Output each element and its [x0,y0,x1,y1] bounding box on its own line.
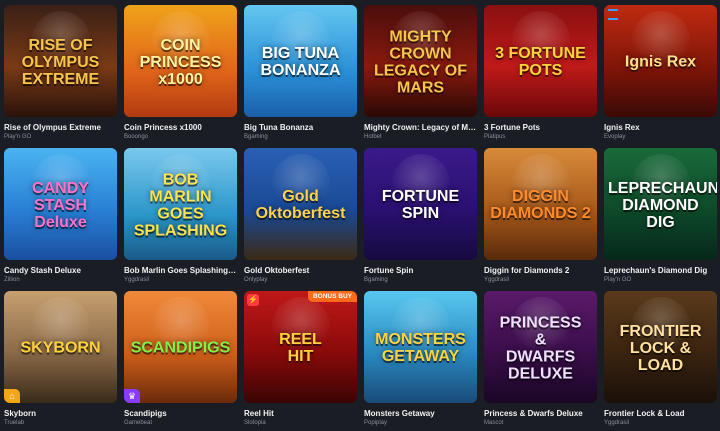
game-title[interactable]: Reel Hit [244,409,357,418]
crown-icon: ♛ [124,389,140,403]
game-title[interactable]: Bob Marlin Goes Splashing Wild [124,266,237,275]
game-thumbnail[interactable]: 3 FORTUNE POTS [484,5,597,117]
game-provider: Play'n GO [4,134,32,140]
game-thumbnail[interactable]: REEL HIT BONUS BUY ⚡ [244,291,357,403]
game-card[interactable]: COIN PRINCESS x1000 Coin Princess x1000 Bo… [124,5,237,140]
game-provider: Booongo [124,134,149,140]
game-logo: DIGGIN DIAMONDS 2 [490,188,591,223]
bonus-buy-badge: BONUS BUY [307,291,357,302]
game-title[interactable]: Candy Stash Deluxe [4,266,117,275]
game-card[interactable]: LEPRECHAUN'S DIAMOND DIG Leprechaun's Dia… [604,148,717,283]
game-grid: RISE OF OLYMPUS EXTREME Rise of Olympus E… [4,5,717,426]
game-logo: BOB MARLIN GOES SPLASHING [133,171,228,240]
game-card[interactable]: BIG TUNA BONANZA Big Tuna Bonanza Bgaming [244,5,357,140]
game-title[interactable]: Scandipigs [124,409,237,418]
game-logo: RISE OF OLYMPUS EXTREME [21,37,100,88]
game-thumbnail[interactable]: MONSTERS GETAWAY [364,291,477,403]
game-card[interactable]: FORTUNE SPIN Fortune Spin Bgaming [364,148,477,283]
game-logo: Gold Oktoberfest [255,188,346,223]
game-provider: Yggdrasil [124,277,150,283]
game-title[interactable]: Ignis Rex [604,123,717,132]
game-logo: MIGHTY CROWN LEGACY OF MARS [373,28,468,97]
game-thumbnail[interactable]: RISE OF OLYMPUS EXTREME [4,5,117,117]
game-card[interactable]: MONSTERS GETAWAY Monsters Getaway Popiplay [364,291,477,426]
game-card[interactable]: PRINCESS & DWARFS DELUXE Princess & Dwarf… [484,291,597,426]
game-card[interactable]: SCANDIPIGS ♛ Scandipigs Gamebeat [124,291,237,426]
provider-mark-icon [608,9,618,20]
game-thumbnail[interactable]: FORTUNE SPIN [364,148,477,260]
game-thumbnail[interactable]: FRONTIER LOCK & LOAD [604,291,717,403]
game-thumbnail[interactable]: PRINCESS & DWARFS DELUXE [484,291,597,403]
game-title[interactable]: Monsters Getaway [364,409,477,418]
game-logo: FRONTIER LOCK & LOAD [619,323,702,374]
game-title[interactable]: Fortune Spin [364,266,477,275]
game-title[interactable]: Gold Oktoberfest [244,266,357,275]
game-card[interactable]: MIGHTY CROWN LEGACY OF MARS Mighty Crown:… [364,5,477,140]
game-thumbnail[interactable]: SCANDIPIGS ♛ [124,291,237,403]
game-logo: SKYBORN [20,339,101,357]
game-thumbnail[interactable]: MIGHTY CROWN LEGACY OF MARS [364,5,477,117]
game-title[interactable]: Mighty Crown: Legacy of Mars [364,123,477,132]
game-card[interactable]: SKYBORN ⌂ Skyborn Truelab [4,291,117,426]
game-thumbnail[interactable]: DIGGIN DIAMONDS 2 [484,148,597,260]
game-provider: Truelab [4,420,25,426]
game-logo: CANDY STASH Deluxe [32,180,89,231]
game-card[interactable]: BOB MARLIN GOES SPLASHING Bob Marlin Goes… [124,148,237,283]
game-card[interactable]: FRONTIER LOCK & LOAD Frontier Lock & Load… [604,291,717,426]
game-provider: Bgaming [364,277,388,283]
game-provider: Zillion [4,277,20,283]
game-thumbnail[interactable]: Ignis Rex [604,5,717,117]
game-title[interactable]: Rise of Olympus Extreme [4,123,117,132]
game-provider: Onlyplay [244,277,268,283]
game-card[interactable]: CANDY STASH Deluxe Candy Stash Deluxe Zill… [4,148,117,283]
game-title[interactable]: Skyborn [4,409,117,418]
game-title[interactable]: Frontier Lock & Load [604,409,717,418]
game-card[interactable]: DIGGIN DIAMONDS 2 Diggin for Diamonds 2 Yg… [484,148,597,283]
game-thumbnail[interactable]: COIN PRINCESS x1000 [124,5,237,117]
game-thumbnail[interactable]: Gold Oktoberfest [244,148,357,260]
game-logo: MONSTERS GETAWAY [375,331,466,366]
game-title[interactable]: Big Tuna Bonanza [244,123,357,132]
game-logo: LEPRECHAUN'S DIAMOND DIG [608,180,717,231]
game-provider: Mascot [484,420,504,426]
game-provider: Evoplay [604,134,626,140]
game-title[interactable]: 3 Fortune Pots [484,123,597,132]
bolt-icon: ⚡ [247,294,259,306]
game-logo: FORTUNE SPIN [381,188,460,223]
game-thumbnail[interactable]: SKYBORN ⌂ [4,291,117,403]
game-title[interactable]: Princess & Dwarfs Deluxe [484,409,597,418]
game-thumbnail[interactable]: BIG TUNA BONANZA [244,5,357,117]
game-card[interactable]: 3 FORTUNE POTS 3 Fortune Pots Platipus [484,5,597,140]
game-logo: SCANDIPIGS [130,339,231,357]
game-logo: PRINCESS & DWARFS DELUXE [499,314,582,383]
game-provider: Hotbet [364,134,382,140]
game-card[interactable]: REEL HIT BONUS BUY ⚡ Reel Hit Slotopia [244,291,357,426]
game-provider: Play'n GO [604,277,632,283]
game-title[interactable]: Leprechaun's Diamond Dig [604,266,717,275]
game-thumbnail[interactable]: LEPRECHAUN'S DIAMOND DIG [604,148,717,260]
game-title[interactable]: Diggin for Diamonds 2 [484,266,597,275]
game-provider: Bgaming [244,134,268,140]
game-thumbnail[interactable]: CANDY STASH Deluxe [4,148,117,260]
game-card[interactable]: RISE OF OLYMPUS EXTREME Rise of Olympus E… [4,5,117,140]
game-card[interactable]: Gold Oktoberfest Gold Oktoberfest Onlyplay [244,148,357,283]
game-provider: Popiplay [364,420,388,426]
game-thumbnail[interactable]: BOB MARLIN GOES SPLASHING [124,148,237,260]
game-logo: REEL HIT [279,331,322,366]
game-provider: Gamebeat [124,420,153,426]
game-logo: COIN PRINCESS x1000 [139,37,222,88]
game-card[interactable]: Ignis Rex Ignis Rex Evoplay [604,5,717,140]
game-logo: Ignis Rex [624,53,697,71]
game-provider: Yggdrasil [484,277,510,283]
game-title[interactable]: Coin Princess x1000 [124,123,237,132]
game-provider: Slotopia [244,420,266,426]
game-logo: 3 FORTUNE POTS [495,45,586,80]
game-provider: Platipus [484,134,506,140]
game-provider: Yggdrasil [604,420,630,426]
home-icon: ⌂ [4,389,20,403]
game-logo: BIG TUNA BONANZA [260,45,341,80]
